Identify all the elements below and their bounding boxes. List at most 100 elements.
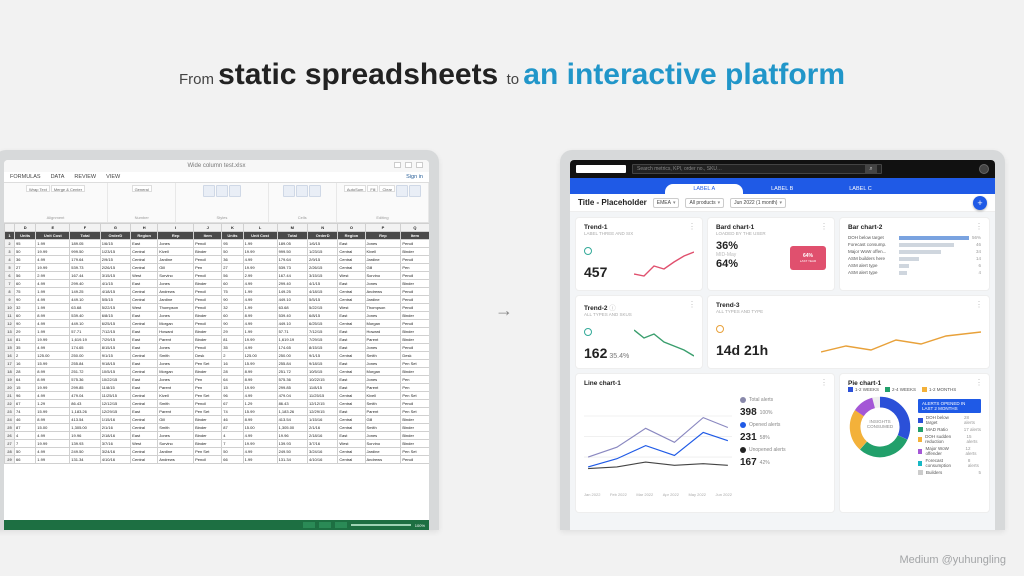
pie-row: Builders5 [918,470,981,475]
card-title: Trend-3 [716,302,981,309]
tab-review[interactable]: REVIEW [74,174,96,180]
line-chart-svg [584,391,732,487]
dashboard-topbar: Search metrics, KPI, order no., SKU… ⌕ [570,160,995,178]
card-title: Line chart-1 [584,380,826,387]
pie-row: Major WoW offender12 alerts [918,446,981,456]
dashboard-window: Search metrics, KPI, order no., SKU… ⌕ L… [570,160,995,530]
bard-pill: 64%LAST YEAR [790,246,826,270]
excel-ribbon-tabs[interactable]: FORMULAS DATA REVIEW VIEW Sign in [4,172,429,183]
excel-file-title: Wide column test.xlsx [187,163,245,169]
info-icon[interactable]: ⓘ [609,305,616,312]
bar-row: Forecast consump.46 [848,242,981,247]
insert-button[interactable] [283,185,295,197]
tab-a[interactable]: LABEL A [665,184,743,194]
card-title: Bard chart-1 [716,224,826,231]
delete-button[interactable] [296,185,308,197]
window-controls[interactable] [394,162,423,168]
status-ok-icon [584,328,592,336]
excel-titlebar: Wide column test.xlsx [4,160,429,172]
card-menu-icon[interactable]: ⋮ [688,300,696,309]
card-sub: ALL TYPES AND TYPE [716,309,981,314]
format-as-table-icon[interactable] [216,185,228,197]
tab-view[interactable]: VIEW [106,174,120,180]
excel-statusbar: 100% [4,520,429,530]
card-title: Trend-1 [584,224,694,231]
filter-products[interactable]: All products [685,198,724,208]
zoom-value: 100% [415,523,425,528]
clear-button[interactable]: Clear [379,185,395,192]
trend2-spark [634,326,694,360]
card-menu-icon[interactable]: ⋮ [820,378,828,387]
card-title: Bar chart-2 [848,224,981,231]
card-menu-icon[interactable]: ⋮ [975,378,983,387]
zoom-slider[interactable] [351,524,411,526]
pie-side-title: ALERTS OPENED IN LAST 2 MONTHS [918,399,981,413]
number-format[interactable]: General [132,185,152,192]
arrow-icon: → [495,300,513,321]
signin-link[interactable]: Sign in [406,174,423,180]
card-trend-1: ⋮ Trend-1 LABEL THREE AND SIX 457 [576,218,702,290]
page-title: Title - Placeholder [578,198,647,207]
excel-grid[interactable]: DEFGHIJKLMNOPQRSTUVWXY1UnitsUnit CostTot… [4,223,429,464]
view-layout-icon[interactable] [319,522,331,528]
group-number: Number [135,215,149,220]
pie-row: DOH sudden reduction15 alerts [918,434,981,444]
card-sub: ALL TYPES AND SKUS [584,312,694,317]
card-menu-icon[interactable]: ⋮ [688,222,696,231]
tab-c[interactable]: LABEL C [821,184,899,194]
pie-row: MAD Ratio17 alerts [918,427,981,432]
bar-row: DOH below target56% [848,235,981,240]
headline-prefix: From [179,71,218,88]
find-select-icon[interactable] [409,185,421,197]
merge-center-button[interactable]: Merge & Center [51,185,85,192]
add-button[interactable]: + [973,196,987,210]
conditional-formatting-icon[interactable] [203,185,215,197]
excel-window: Wide column test.xlsx FORMULAS DATA REVI… [4,160,429,530]
view-normal-icon[interactable] [303,522,315,528]
filter-period[interactable]: Jun 2022 (1 month) [730,198,786,208]
card-menu-icon[interactable]: ⋮ [820,222,828,231]
laptop-left: Wide column test.xlsx FORMULAS DATA REVI… [0,150,439,530]
card-bar-chart-2: ⋮ Bar chart-2 DOH below target56% Forecas… [840,218,989,290]
excel-ribbon: Wrap Text Merge & Center Alignment Gener… [4,183,429,223]
wrap-text-button[interactable]: Wrap Text [26,185,50,192]
tabbar: LABEL A LABEL B LABEL C [570,178,995,194]
card-sub: LABEL THREE AND SIX [584,231,694,236]
status-ok-icon [584,247,592,255]
trend2-pct: 35.4% [609,353,629,360]
attribution: Medium @yuhungling [899,554,1006,566]
pie-row: Forecast consumption8 alerts [918,458,981,468]
headline-strong-1: static spreadsheets [218,58,506,91]
group-styles: Styles [216,215,227,220]
autosum-button[interactable]: AutoSum [344,185,366,192]
card-menu-icon[interactable]: ⋮ [975,300,983,309]
bar-row: ASM alert type4 [848,270,981,275]
search-icon[interactable]: ⌕ [865,165,877,174]
group-alignment: Alignment [47,215,65,220]
status-warn-icon [716,325,724,333]
fill-button[interactable]: Fill [367,185,378,192]
sort-filter-icon[interactable] [396,185,408,197]
filter-region[interactable]: EMEA [653,198,680,208]
donut: INSIGHTS CONSUMED [848,395,912,459]
headline: From static spreadsheets to an interacti… [0,58,1024,92]
card-title: Pie chart-1 [848,380,981,387]
pie-row: DOH below target28 alerts [918,415,981,425]
subheader: Title - Placeholder EMEA All products Ju… [570,194,995,212]
bar-row: Major WoW offen...34 [848,249,981,254]
format-button[interactable] [309,185,321,197]
trend3-spark [821,326,981,360]
tab-data[interactable]: DATA [51,174,65,180]
kpi-row: Total alerts [740,397,826,403]
search-input[interactable]: Search metrics, KPI, order no., SKU… ⌕ [632,164,882,174]
trend1-spark [634,248,694,282]
avatar[interactable] [979,164,989,174]
card-menu-icon[interactable]: ⋮ [975,222,983,231]
group-cells: Cells [298,215,307,220]
card-sub: LOADED BY THE USER [716,231,826,236]
search-placeholder: Search metrics, KPI, order no., SKU… [637,166,722,172]
tab-formulas[interactable]: FORMULAS [10,174,41,180]
cell-styles-icon[interactable] [229,185,241,197]
view-break-icon[interactable] [335,522,347,528]
tab-b[interactable]: LABEL B [743,184,821,194]
